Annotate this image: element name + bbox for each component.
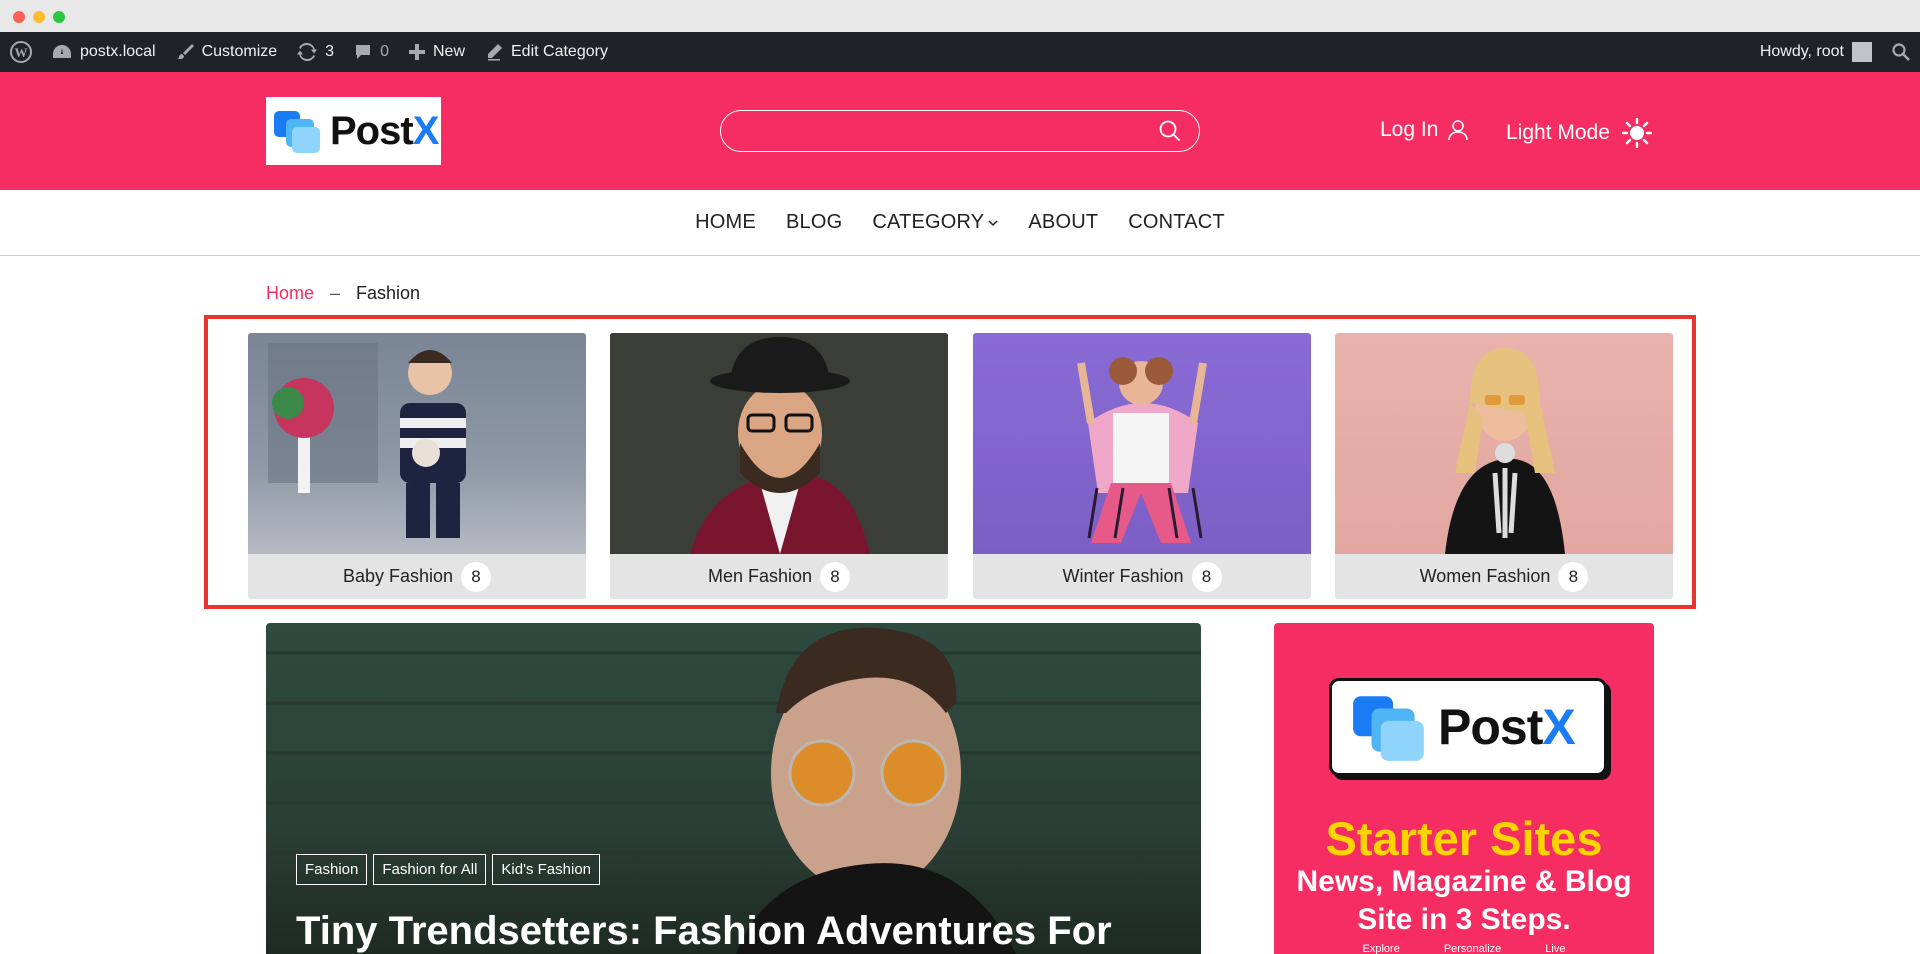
ad-headline: Starter Sites bbox=[1325, 812, 1603, 865]
my-account-link[interactable]: Howdy, root bbox=[1750, 32, 1882, 72]
category-label: Winter Fashion 8 bbox=[973, 554, 1311, 599]
admin-search-button[interactable] bbox=[1882, 32, 1920, 72]
tag-fashion[interactable]: Fashion bbox=[296, 854, 368, 885]
category-card-baby-fashion[interactable]: Baby Fashion 8 bbox=[248, 333, 586, 599]
category-name: Winter Fashion bbox=[1062, 566, 1184, 586]
ad-subtitle-line-2: Site in 3 Steps. bbox=[1357, 903, 1571, 936]
light-mode-toggle[interactable]: Light Mode bbox=[1506, 118, 1652, 148]
breadcrumb: Home – Fashion bbox=[266, 283, 420, 304]
new-content-link[interactable]: New bbox=[399, 32, 475, 72]
nav-item-contact[interactable]: CONTACT bbox=[1128, 211, 1225, 234]
postx-logo-icon bbox=[1353, 696, 1424, 761]
new-label: New bbox=[432, 43, 465, 60]
maximize-window-button[interactable] bbox=[53, 11, 65, 23]
ad-steps: Explore Personalize Live bbox=[1274, 943, 1654, 954]
ad-logo: PostX bbox=[1329, 678, 1607, 776]
breadcrumb-separator: – bbox=[330, 283, 341, 303]
ad-logo-text: PostX bbox=[1438, 699, 1576, 755]
breadcrumb-current: Fashion bbox=[356, 283, 421, 303]
logo-text: PostX bbox=[330, 108, 439, 153]
category-count-badge: 8 bbox=[820, 561, 851, 592]
nav-category-label: CATEGORY bbox=[872, 211, 985, 233]
login-link[interactable]: Log In bbox=[1380, 118, 1469, 142]
updates-link[interactable]: 3 bbox=[287, 32, 344, 72]
site-logo[interactable]: PostX bbox=[266, 97, 441, 165]
user-icon bbox=[1448, 120, 1469, 141]
category-label: Baby Fashion 8 bbox=[248, 554, 586, 599]
light-mode-label: Light Mode bbox=[1506, 121, 1610, 144]
site-name-link[interactable]: postx.local bbox=[42, 32, 166, 72]
ad-step: Explore bbox=[1362, 943, 1400, 954]
comments-link[interactable]: 0 bbox=[344, 32, 399, 72]
window-chrome bbox=[0, 0, 1920, 32]
site-name-label: postx.local bbox=[80, 43, 156, 60]
category-image bbox=[1335, 333, 1673, 554]
category-label: Men Fashion 8 bbox=[610, 554, 948, 599]
post-tags: Fashion Fashion for All Kid's Fashion bbox=[296, 854, 600, 885]
sidebar-ad-banner[interactable]: PostX Starter Sites News, Magazine & Blo… bbox=[1274, 623, 1654, 954]
svg-text:W: W bbox=[15, 45, 28, 60]
wp-admin-bar: W postx.local Customize 3 0 New Edit Cat… bbox=[0, 32, 1920, 72]
post-title[interactable]: Tiny Trendsetters: Fashion Adventures Fo… bbox=[296, 909, 1112, 954]
postx-logo-icon bbox=[274, 111, 320, 153]
close-window-button[interactable] bbox=[13, 11, 25, 23]
minimize-window-button[interactable] bbox=[33, 11, 45, 23]
customize-label: Customize bbox=[201, 43, 278, 60]
nav-item-blog[interactable]: BLOG bbox=[786, 211, 842, 234]
search-icon[interactable] bbox=[1159, 120, 1181, 142]
sun-icon bbox=[1621, 118, 1652, 148]
ad-subtitle: News, Magazine & Blog Site in 3 Steps. bbox=[1274, 863, 1654, 939]
nav-item-home[interactable]: HOME bbox=[695, 211, 756, 234]
ad-step: Personalize bbox=[1443, 943, 1502, 954]
tag-kids-fashion[interactable]: Kid's Fashion bbox=[492, 854, 600, 885]
ad-subtitle-line-1: News, Magazine & Blog bbox=[1296, 865, 1632, 898]
category-image bbox=[973, 333, 1311, 554]
category-count-badge: 8 bbox=[1558, 561, 1589, 592]
category-image bbox=[610, 333, 948, 554]
category-card-women-fashion[interactable]: Women Fashion 8 bbox=[1335, 333, 1673, 599]
dashboard-icon bbox=[53, 45, 71, 58]
tag-fashion-for-all[interactable]: Fashion for All bbox=[373, 854, 487, 885]
category-image bbox=[248, 333, 586, 554]
featured-post-image bbox=[266, 627, 1201, 954]
login-label: Log In bbox=[1380, 118, 1439, 141]
category-count-badge: 8 bbox=[461, 561, 492, 592]
avatar bbox=[1852, 42, 1872, 62]
plus-icon bbox=[408, 44, 425, 60]
edit-category-label: Edit Category bbox=[511, 43, 608, 60]
nav-item-category[interactable]: CATEGORY bbox=[872, 211, 998, 234]
search-input[interactable] bbox=[720, 110, 1200, 152]
category-card-men-fashion[interactable]: Men Fashion 8 bbox=[610, 333, 948, 599]
search-icon bbox=[1892, 43, 1910, 61]
category-name: Women Fashion bbox=[1419, 566, 1551, 586]
updates-count: 3 bbox=[325, 43, 335, 60]
category-name: Men Fashion bbox=[707, 566, 813, 586]
howdy-label: Howdy, root bbox=[1759, 43, 1844, 60]
brush-icon bbox=[176, 44, 194, 59]
chevron-down-icon bbox=[988, 219, 998, 226]
category-count-badge: 8 bbox=[1191, 561, 1222, 592]
featured-post[interactable]: Fashion Fashion for All Kid's Fashion Ti… bbox=[266, 623, 1201, 954]
customize-link[interactable]: Customize bbox=[166, 32, 288, 72]
ad-step: Live bbox=[1545, 943, 1566, 954]
category-card-winter-fashion[interactable]: Winter Fashion 8 bbox=[973, 333, 1311, 599]
category-name: Baby Fashion bbox=[342, 566, 454, 586]
breadcrumb-home[interactable]: Home bbox=[266, 283, 314, 304]
main-nav: HOME BLOG CATEGORY ABOUT CONTACT bbox=[0, 190, 1920, 256]
comments-count: 0 bbox=[380, 43, 389, 60]
nav-item-about[interactable]: ABOUT bbox=[1028, 211, 1098, 234]
site-header: PostX Log In Light Mode bbox=[0, 72, 1920, 190]
edit-category-link[interactable]: Edit Category bbox=[475, 32, 618, 72]
comment-icon bbox=[356, 45, 371, 59]
category-label: Women Fashion 8 bbox=[1335, 554, 1673, 599]
updates-icon bbox=[297, 43, 318, 61]
wordpress-logo-icon[interactable]: W bbox=[0, 32, 42, 72]
pencil-icon bbox=[488, 44, 502, 61]
